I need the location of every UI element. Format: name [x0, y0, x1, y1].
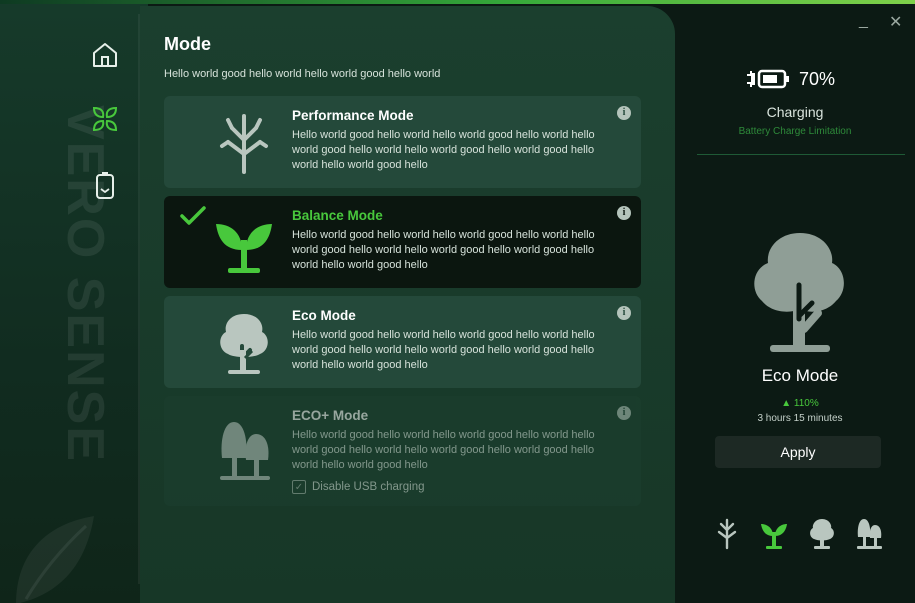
- current-mode-tree-icon: [754, 233, 844, 352]
- chevron-up-icon: ▲: [781, 398, 792, 409]
- apply-button[interactable]: Apply: [715, 436, 881, 468]
- charging-battery-icon: [747, 69, 789, 89]
- battery-gain: ▲ 110%: [675, 398, 915, 409]
- leaf-decoration-icon: [16, 516, 94, 603]
- battery-icon: [96, 172, 114, 199]
- bare-tree-icon: [220, 114, 268, 174]
- close-button[interactable]: ✕: [889, 12, 902, 32]
- info-icon[interactable]: i: [617, 206, 631, 220]
- mode-card-eco-plus[interactable]: ECO+ Mode Hello world good hello world h…: [164, 396, 641, 506]
- mode-name: ECO+ Mode: [292, 408, 369, 423]
- check-icon: [180, 206, 206, 225]
- mode-shortcut-eco[interactable]: [808, 516, 836, 550]
- mode-description: Hello world good hello world hello world…: [292, 329, 595, 371]
- bare-tree-icon: [717, 518, 737, 550]
- mode-panel: Mode Hello world good hello world hello …: [140, 6, 675, 603]
- home-icon: [93, 43, 117, 67]
- info-icon[interactable]: i: [617, 106, 631, 120]
- twin-trees-icon: [856, 519, 882, 549]
- mode-card-performance[interactable]: Performance Mode Hello world good hello …: [164, 96, 641, 188]
- battery-status: 70%: [745, 68, 835, 90]
- mode-shortcut-balance[interactable]: [760, 516, 788, 550]
- mode-shortcut-bar: [713, 516, 883, 550]
- page-title: Mode: [164, 34, 211, 54]
- minimize-button[interactable]: _: [859, 12, 868, 30]
- tree-icon: [809, 519, 834, 549]
- mode-card-eco[interactable]: Eco Mode Hello world good hello world he…: [164, 296, 641, 388]
- mode-name: Balance Mode: [292, 208, 383, 223]
- mode-description: Hello world good hello world hello world…: [292, 429, 595, 471]
- status-divider: [697, 154, 905, 155]
- battery-gain-value: 110%: [793, 398, 819, 409]
- mode-shortcut-performance[interactable]: [713, 516, 741, 550]
- nav-battery[interactable]: [84, 164, 126, 206]
- nav-rail: VERO SENSE: [0, 4, 148, 603]
- sprout-icon: [761, 524, 788, 549]
- status-panel: _ ✕ 70% Charging Battery Charge Limitati…: [675, 4, 915, 603]
- tree-icon: [220, 314, 268, 374]
- time-remaining: 3 hours 15 minutes: [757, 413, 843, 424]
- battery-limit-link[interactable]: Battery Charge Limitation: [675, 126, 915, 137]
- sprout-icon: [216, 224, 272, 273]
- page-subtitle: Hello world good hello world hello world…: [164, 68, 441, 80]
- battery-percent: 70%: [799, 68, 836, 89]
- mode-description: Hello world good hello world hello world…: [292, 129, 595, 171]
- mode-name: Eco Mode: [292, 308, 356, 323]
- leaves-icon: [92, 106, 118, 132]
- nav-mode[interactable]: [84, 98, 126, 140]
- info-icon[interactable]: i: [617, 406, 631, 420]
- mode-card-balance[interactable]: Balance Mode Hello world good hello worl…: [164, 196, 641, 288]
- current-mode-label: Eco Mode: [761, 366, 839, 385]
- usb-charging-label: Disable USB charging: [312, 481, 425, 493]
- charging-status: Charging: [766, 104, 824, 120]
- twin-trees-icon: [220, 422, 270, 480]
- mode-name: Performance Mode: [292, 108, 414, 123]
- nav-home[interactable]: [84, 34, 126, 76]
- usb-charging-checkbox[interactable]: ✓: [292, 480, 306, 494]
- info-icon[interactable]: i: [617, 306, 631, 320]
- usb-charging-option[interactable]: ✓ Disable USB charging: [292, 480, 425, 494]
- mode-shortcut-eco-plus[interactable]: [855, 516, 883, 550]
- mode-description: Hello world good hello world hello world…: [292, 229, 595, 271]
